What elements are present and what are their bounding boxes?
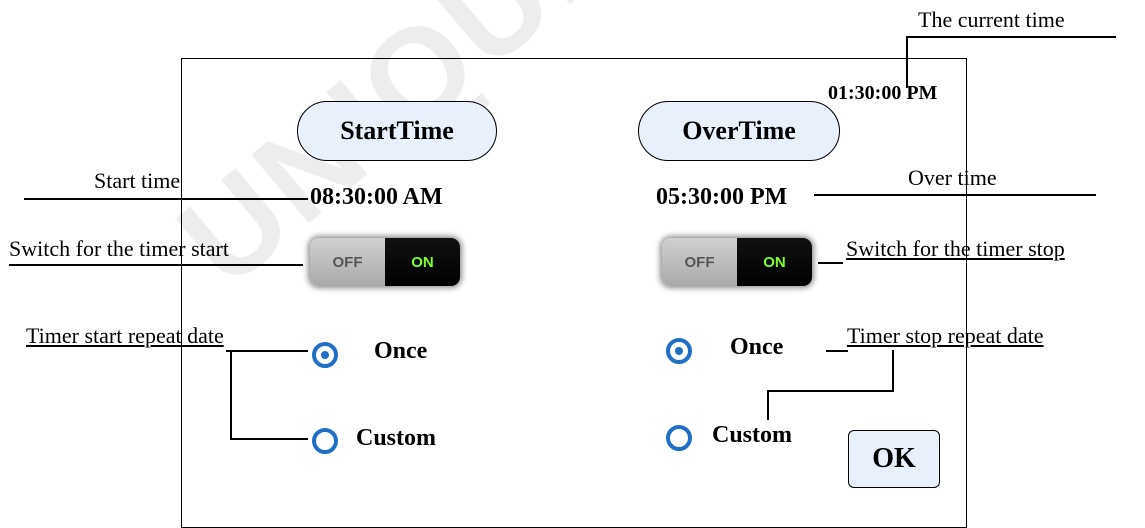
switch-on-label: ON [385, 238, 460, 286]
start-time-value[interactable]: 08:30:00 AM [310, 184, 443, 211]
annotation-repeat-start: Timer start repeat date [26, 323, 224, 348]
over-time-value[interactable]: 05:30:00 PM [656, 184, 787, 211]
leader-line [826, 350, 848, 352]
start-custom-radio[interactable] [312, 428, 338, 454]
switch-off-label: OFF [310, 238, 385, 286]
leader-line [906, 36, 908, 88]
leader-line [230, 350, 232, 438]
leader-line [767, 390, 769, 420]
switch-off-label: OFF [662, 238, 737, 286]
leader-line [818, 262, 843, 264]
stop-timer-switch[interactable]: OFF ON [662, 238, 812, 286]
over-custom-label[interactable]: Custom [712, 422, 792, 449]
start-custom-label[interactable]: Custom [356, 425, 436, 452]
leader-line [814, 194, 1096, 196]
start-once-label[interactable]: Once [374, 338, 427, 365]
annotation-repeat-stop: Timer stop repeat date [847, 323, 1044, 348]
start-timer-switch[interactable]: OFF ON [310, 238, 460, 286]
annotation-switch-start: Switch for the timer start [9, 236, 229, 261]
annotation-switch-stop: Switch for the timer stop [846, 236, 1065, 261]
over-once-label[interactable]: Once [730, 334, 783, 361]
annotation-over-time: Over time [908, 165, 997, 190]
start-time-tab[interactable]: StartTime [297, 101, 497, 161]
leader-line [892, 350, 894, 390]
annotation-current-time: The current time [918, 7, 1065, 32]
over-time-tab[interactable]: OverTime [638, 101, 840, 161]
ok-button[interactable]: OK [848, 430, 940, 488]
leader-line [906, 36, 1116, 38]
over-custom-radio[interactable] [666, 425, 692, 451]
start-once-radio[interactable] [312, 342, 338, 368]
current-time-readout: 01:30:00 PM [828, 82, 938, 104]
leader-line [767, 390, 894, 392]
leader-line [226, 350, 308, 352]
over-once-radio[interactable] [666, 338, 692, 364]
leader-line [230, 438, 308, 440]
leader-line [9, 264, 303, 266]
switch-on-label: ON [737, 238, 812, 286]
annotation-start-time: Start time [94, 168, 181, 193]
leader-line [24, 198, 308, 200]
